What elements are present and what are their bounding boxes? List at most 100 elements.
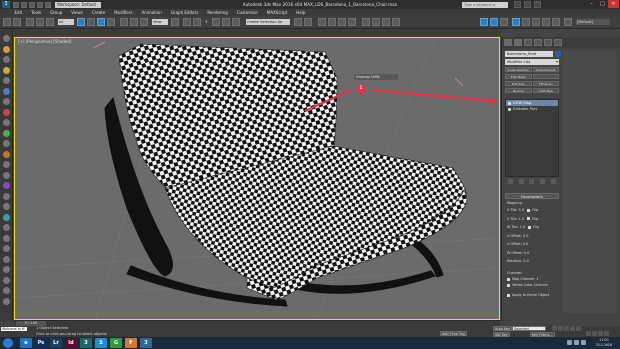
percent-snap-icon[interactable]: [222, 18, 230, 26]
select-scale-icon[interactable]: [140, 18, 148, 26]
modify-tab-icon[interactable]: [514, 39, 522, 46]
render-production-icon[interactable]: [392, 18, 400, 26]
layer-icon[interactable]: [3, 140, 10, 147]
taskbar-clock[interactable]: 11:00 25.1.2016: [596, 338, 612, 347]
modifier-shortcut-button[interactable]: Edit Poly: [505, 81, 532, 86]
modifier-shortcut-button[interactable]: TurboSmooth: [532, 67, 559, 72]
schematic-view-icon[interactable]: [348, 18, 356, 26]
taskbar-app-icon[interactable]: 3: [80, 338, 92, 348]
ribbon-mode-icon[interactable]: [490, 18, 498, 26]
modifier-shortcut-button[interactable]: Edit Mesh: [505, 74, 532, 79]
make-unique-icon[interactable]: [529, 179, 535, 184]
key-mode-dropdown[interactable]: Selected: [512, 326, 546, 331]
graphite-ribbon-icon[interactable]: [328, 18, 336, 26]
workspace-toolbar-label[interactable]: [Default]: [576, 19, 610, 25]
workspace-select[interactable]: Workspace: Default: [55, 1, 101, 8]
start-button-icon[interactable]: [3, 338, 13, 348]
pivot-center-icon[interactable]: [171, 18, 179, 26]
modifier-shortcut-button[interactable]: FFD(box): [532, 81, 559, 86]
cloth-icon[interactable]: [3, 213, 10, 221]
menu-item-rendering[interactable]: Rendering: [203, 10, 232, 15]
vertex-color-channel[interactable]: Vertex Color Channel: [507, 283, 548, 287]
utilities-tab-icon[interactable]: [554, 39, 562, 46]
search-icon[interactable]: [514, 1, 521, 8]
select-by-name-icon[interactable]: [87, 18, 95, 26]
system-icon[interactable]: [3, 108, 10, 116]
taskbar-app-icon[interactable]: Id: [65, 338, 77, 348]
parameter-spinner[interactable]: V Offset: 0.0: [507, 242, 528, 246]
zoom-icon[interactable]: [586, 331, 591, 336]
modifier-stack[interactable]: UVW Map Editable Poly: [505, 99, 559, 177]
parameter-spinner[interactable]: Rotation: 0.0: [507, 259, 529, 263]
redo-icon[interactable]: [45, 1, 51, 8]
parameter-spinner[interactable]: U Offset: 0.0: [507, 234, 528, 238]
ribbon-toggle-icon[interactable]: [480, 18, 488, 26]
viewport-icon[interactable]: [3, 234, 10, 242]
isolate-icon[interactable]: [3, 255, 10, 263]
material-editor-icon[interactable]: [362, 18, 370, 26]
parameters-rollout[interactable]: Parameters: [505, 193, 559, 199]
apply-to-entire-object[interactable]: Apply to Entire Object: [507, 293, 549, 297]
menu-item-tools[interactable]: Tools: [27, 10, 46, 15]
select-move-icon[interactable]: [120, 18, 128, 26]
new-file-icon[interactable]: [13, 1, 19, 8]
stack-item[interactable]: Editable Poly: [506, 106, 558, 112]
rendered-frame-window-icon[interactable]: [382, 18, 390, 26]
apply-checkbox[interactable]: [507, 293, 510, 297]
menu-item-modifiers[interactable]: Modifiers: [110, 10, 137, 15]
undo-icon[interactable]: [37, 1, 43, 8]
taskbar-app-icon[interactable]: G: [110, 338, 122, 348]
parameter-spinner[interactable]: W Tile: 1.0 Flip: [507, 225, 539, 229]
create-tab-icon[interactable]: [504, 39, 512, 46]
select-rotate-icon[interactable]: [130, 18, 138, 26]
spinner-snap-icon[interactable]: [232, 18, 240, 26]
render-setup-icon[interactable]: [372, 18, 380, 26]
auto-key-button[interactable]: Auto Key: [493, 326, 513, 331]
grid-icon[interactable]: [3, 266, 10, 273]
flip-checkbox[interactable]: [527, 225, 531, 229]
align-icon[interactable]: [304, 18, 312, 26]
parameter-spinner[interactable]: V Tile: 1.0 Flip: [507, 217, 538, 221]
menu-item-animation[interactable]: Animation: [137, 10, 166, 15]
previous-frame-icon[interactable]: [558, 326, 563, 331]
modifier-shortcut-button[interactable]: Normal: [505, 88, 532, 93]
link-icon[interactable]: [26, 18, 34, 26]
plugin-icon[interactable]: [3, 287, 10, 294]
taskbar-app-icon[interactable]: F: [125, 338, 137, 348]
camera-icon[interactable]: [3, 77, 10, 84]
menu-item-create[interactable]: Create: [87, 10, 109, 15]
modifier-list-dropdown[interactable]: Modifier List: [505, 59, 559, 65]
minimize-icon[interactable]: –: [586, 0, 597, 8]
snap-icon[interactable]: [3, 35, 10, 42]
script-icon[interactable]: [3, 224, 10, 231]
parameter-spinner[interactable]: W Offset: 0.0: [507, 251, 529, 255]
helper-icon[interactable]: [3, 87, 10, 95]
configure-modifier-sets-icon[interactable]: [551, 179, 557, 184]
menu-item-views[interactable]: Views: [67, 10, 88, 15]
graph-icon[interactable]: [3, 171, 10, 179]
modifier-shortcut-button[interactable]: [532, 74, 559, 79]
light-icon[interactable]: [3, 66, 10, 74]
add-time-tag-button[interactable]: Add Time Tag: [440, 331, 467, 336]
language-icon[interactable]: [581, 340, 586, 345]
angle-snap-icon[interactable]: [212, 18, 220, 26]
select-object-icon[interactable]: [77, 18, 85, 26]
particle-icon[interactable]: [3, 192, 10, 200]
volume-icon[interactable]: [574, 340, 579, 345]
open-file-icon[interactable]: [21, 1, 27, 8]
layer-manager-icon[interactable]: [318, 18, 326, 26]
taskbar-app-icon[interactable]: Ps: [35, 338, 47, 348]
network-icon[interactable]: [567, 340, 572, 345]
parameter-spinner[interactable]: U Tile: 1.0 Flip: [507, 208, 538, 212]
maximize-viewport-icon[interactable]: [604, 331, 609, 336]
display-tab-icon[interactable]: [544, 39, 552, 46]
help-icon[interactable]: [534, 1, 541, 8]
go-to-start-icon[interactable]: [552, 326, 557, 331]
next-frame-icon[interactable]: [570, 326, 575, 331]
modifier-shortcut-button[interactable]: Quad Chamfer: [505, 67, 532, 72]
rectangular-selection-icon[interactable]: [97, 18, 105, 26]
xref-icon[interactable]: [3, 150, 10, 158]
scene-explorer-icon[interactable]: [3, 56, 10, 63]
display-icon[interactable]: [3, 276, 10, 284]
animation-icon[interactable]: [3, 161, 10, 168]
